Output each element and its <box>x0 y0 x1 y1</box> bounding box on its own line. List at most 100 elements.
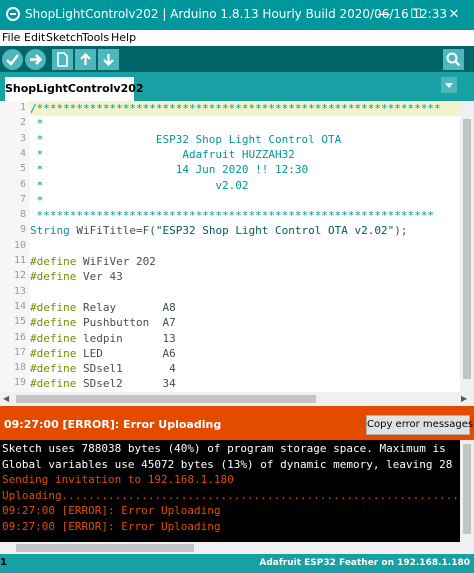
arrow-down-icon <box>103 54 114 67</box>
code-token: String <box>30 224 70 238</box>
code-line: #define Ver 43 <box>30 270 123 283</box>
line-number: 15 <box>13 316 26 328</box>
line-number: 1 <box>19 102 26 113</box>
chevron-down-icon <box>445 83 453 88</box>
scroll-left-icon[interactable]: ◀ <box>3 394 9 403</box>
toolbar <box>0 46 474 72</box>
code-keyword: #define <box>30 255 77 268</box>
save-button[interactable] <box>98 49 119 70</box>
new-sketch-button[interactable] <box>52 49 73 70</box>
line-number: 5 <box>19 163 26 175</box>
code-token: SDsel1 4 <box>76 362 176 376</box>
console-line: 09:27:00 [ERROR]: Error Uploading <box>2 504 221 517</box>
code-keyword: #define <box>30 270 77 284</box>
code-token: Ver 43 <box>76 270 123 284</box>
console-output[interactable]: Sketch uses 788038 bytes (40%) of progra… <box>0 440 474 542</box>
line-number: 10 <box>13 239 26 251</box>
code-line: * <box>30 193 44 207</box>
code-line: #define Relay A8 <box>30 301 176 314</box>
check-icon <box>6 54 19 66</box>
line-number: 18 <box>13 362 26 374</box>
upload-button[interactable] <box>25 49 46 70</box>
code-token: Relay A8 <box>76 300 176 314</box>
copy-error-messages-button[interactable]: Copy error messages <box>366 415 473 435</box>
code-line: ****************************************… <box>30 209 434 223</box>
line-number: 19 <box>13 377 26 389</box>
menu-help[interactable]: Help <box>111 31 136 44</box>
code-line: #define ledpin 13 <box>30 332 176 345</box>
line-number: 2 <box>19 117 26 129</box>
close-button[interactable]: ✕ <box>434 0 474 30</box>
editor-horizontal-scroll-thumb[interactable] <box>16 395 316 403</box>
code-line: * Adafruit HUZZAH32 <box>30 147 295 161</box>
code-keyword: #define <box>30 331 77 345</box>
code-line: #define SDsel1 4 <box>30 362 176 375</box>
line-number: 16 <box>13 331 26 343</box>
code-keyword: #define <box>30 346 77 360</box>
editor-horizontal-scrollbar[interactable]: ◀ ▶ <box>0 392 474 406</box>
status-message: 09:27:00 [ERROR]: Error Uploading <box>4 418 222 431</box>
code-token: LED A6 <box>76 346 176 360</box>
code-keyword: #define <box>30 316 77 330</box>
code-token: WiFiTitle=F( <box>69 224 156 238</box>
console-horizontal-scrollbar[interactable] <box>0 542 474 554</box>
code-token: ); <box>394 224 408 238</box>
code-line: /***************************************… <box>30 102 441 115</box>
code-keyword: #define <box>30 362 77 376</box>
console-line: Global variables use 45072 bytes (13%) o… <box>2 457 453 471</box>
arduino-logo-icon <box>6 7 20 21</box>
arrow-right-icon <box>30 54 43 65</box>
magnifier-icon <box>446 52 461 67</box>
code-line: #define LED A6 <box>30 347 176 360</box>
line-number: 8 <box>19 209 26 221</box>
tab-strip: ShopLightControlv202 <box>0 72 474 101</box>
line-number: 7 <box>19 193 26 205</box>
line-number: 3 <box>19 132 26 144</box>
tab-sketch[interactable]: ShopLightControlv202 <box>5 77 144 101</box>
console-vertical-scroll-thumb[interactable] <box>463 444 471 534</box>
document-icon <box>57 52 68 67</box>
verify-button[interactable] <box>2 49 23 70</box>
line-number: 4 <box>19 147 26 159</box>
menu-bar: File Edit Sketch Tools Help <box>0 30 474 46</box>
console-line: Uploading...............................… <box>2 488 466 502</box>
console-line: Sending invitation to 192.168.1.180 <box>2 473 234 486</box>
scroll-right-icon[interactable]: ▶ <box>461 394 467 403</box>
code-token: ledpin 13 <box>76 331 176 345</box>
tab-menu-button[interactable] <box>441 77 457 93</box>
console-line: Sketch uses 788038 bytes (40%) of progra… <box>2 442 446 455</box>
code-line: * 14 Jun 2020 !! 12:30 <box>30 163 309 177</box>
menu-edit[interactable]: Edit <box>24 31 45 44</box>
menu-sketch[interactable]: Sketch <box>46 31 83 44</box>
code-keyword: #define <box>30 300 77 314</box>
code-line: String WiFiTitle=F("ESP32 Shop Light Con… <box>30 224 408 237</box>
line-number: 6 <box>19 178 26 190</box>
code-token: SDsel2 34 <box>76 377 176 391</box>
code-line: * <box>30 117 44 131</box>
code-token: "ESP32 Shop Light Control OTA v2.02" <box>155 224 395 238</box>
menu-tools[interactable]: Tools <box>82 31 109 44</box>
code-area[interactable]: /***************************************… <box>30 101 460 392</box>
error-status-bar: 09:27:00 [ERROR]: Error Uploading Copy e… <box>0 406 474 440</box>
bottom-status-bar: 1 Adafruit ESP32 Feather on 192.168.1.18… <box>0 554 474 573</box>
code-keyword: #define <box>30 377 77 391</box>
code-token: WiFiVer 202 <box>76 255 156 268</box>
console-horizontal-scroll-thumb[interactable] <box>16 544 194 552</box>
line-number: 17 <box>13 346 26 358</box>
menu-file[interactable]: File <box>2 31 20 44</box>
board-info: Adafruit ESP32 Feather on 192.168.1.180 <box>259 558 470 568</box>
line-gutter: 1234567891011121314151617181920 <box>0 101 30 392</box>
line-number: 12 <box>13 270 26 282</box>
open-button[interactable] <box>75 49 96 70</box>
code-line: #define WiFiVer 202 <box>30 255 156 268</box>
code-editor[interactable]: 1234567891011121314151617181920 /*******… <box>0 101 474 392</box>
code-token: Pushbutton A7 <box>76 316 176 330</box>
arrow-up-icon <box>80 52 91 65</box>
title-bar: ShopLightControlv202 | Arduino 1.8.13 Ho… <box>0 0 474 30</box>
line-number: 11 <box>13 255 26 266</box>
editor-vertical-scroll-thumb[interactable] <box>463 119 471 379</box>
code-line: * ESP32 Shop Light Control OTA <box>30 132 342 146</box>
serial-monitor-button[interactable] <box>443 49 464 70</box>
maximize-button[interactable]: ☐ <box>396 0 436 30</box>
line-indicator: 1 <box>0 557 7 568</box>
